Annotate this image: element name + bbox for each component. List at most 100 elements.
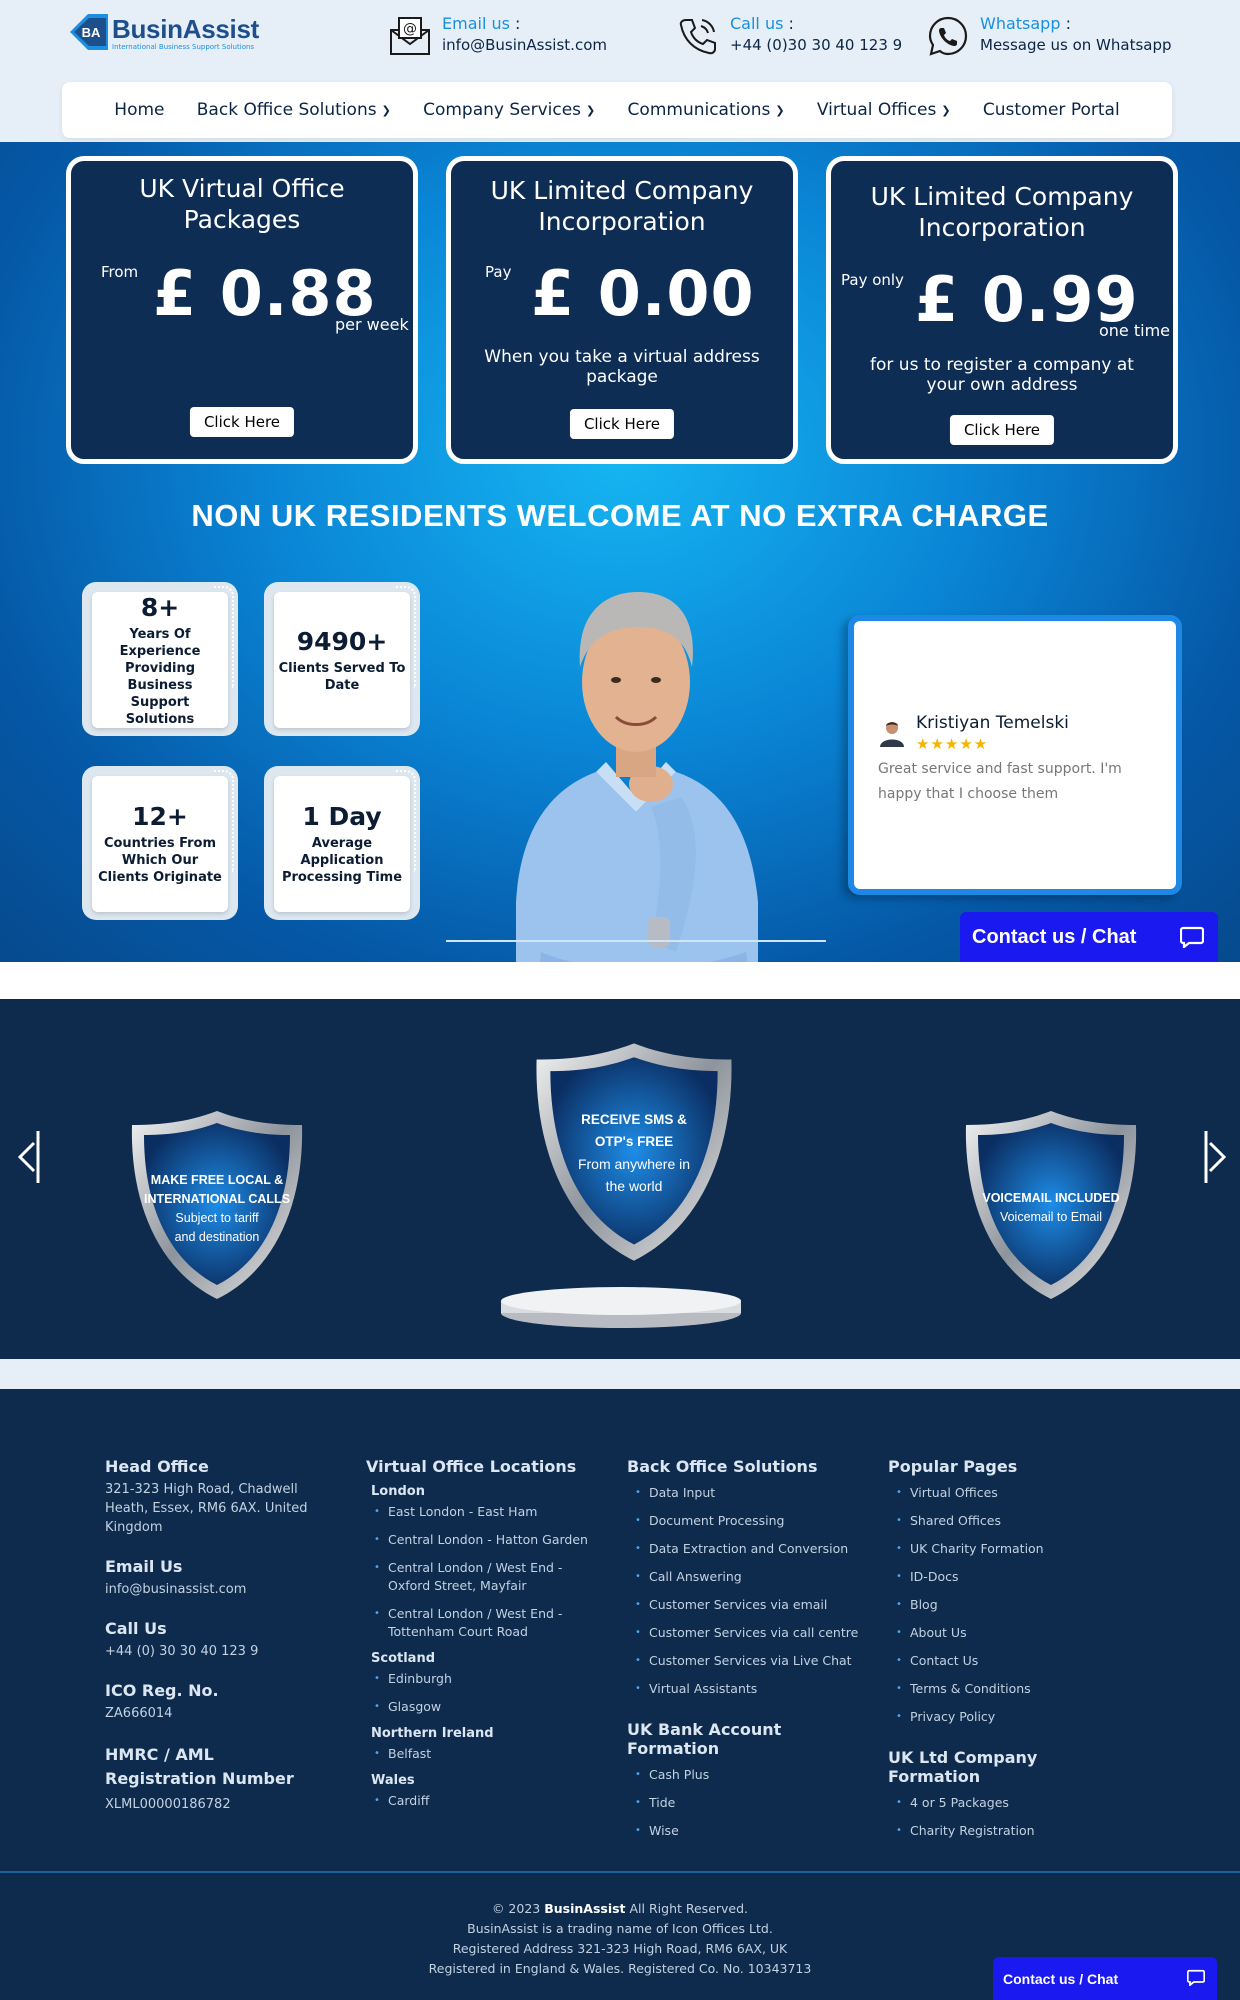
footer-email-link[interactable]: info@businassist.com <box>105 1580 320 1599</box>
location-link[interactable]: Central London / West End - Oxford Stree… <box>366 1559 596 1595</box>
review-text: Great service and fast support. I'm happ… <box>878 761 1122 802</box>
back-office-link[interactable]: Virtual Assistants <box>627 1680 867 1698</box>
back-office-link[interactable]: Customer Services via Live Chat <box>627 1652 867 1670</box>
stat-card-processing-time: 1 Day Average Application Processing Tim… <box>264 766 420 920</box>
chat-button-label: Contact us / Chat <box>1003 1970 1119 1987</box>
package-prefix: Pay only <box>841 271 904 289</box>
location-group-title: Scotland <box>371 1651 436 1666</box>
popular-page-link[interactable]: Virtual Offices <box>888 1484 1118 1502</box>
footer-phone-link[interactable]: +44 (0) 30 30 40 123 9 <box>105 1642 320 1661</box>
nav-communications[interactable]: Communications ❯ <box>628 100 785 120</box>
hmrc-number: XLML00000186782 <box>105 1797 231 1812</box>
package-card-virtual-office: UK Virtual Office Packages From £ 0.88 p… <box>66 156 418 464</box>
location-link[interactable]: Edinburgh <box>366 1670 596 1688</box>
back-office-link[interactable]: Data Extraction and Conversion <box>627 1540 867 1558</box>
section-gap <box>0 962 1240 999</box>
email-contact[interactable]: @ Email us : info@BusinAssist.com <box>388 14 607 58</box>
review-card: Kristiyan Temelski ★★★★★ Great service a… <box>848 615 1182 895</box>
footer-heading: UK Bank Account Formation <box>627 1720 782 1758</box>
non-uk-welcome-heading: NON UK RESIDENTS WELCOME AT NO EXTRA CHA… <box>191 498 1049 533</box>
back-office-link[interactable]: Data Input <box>627 1484 867 1502</box>
chevron-down-icon: ❯ <box>381 103 391 117</box>
nav-virtual-offices[interactable]: Virtual Offices ❯ <box>817 100 951 120</box>
footer-popular-column: Popular Pages Virtual Offices Shared Off… <box>888 1457 1118 1850</box>
popular-page-link[interactable]: Privacy Policy <box>888 1708 1118 1726</box>
footer-back-office-column: Back Office Solutions Data Input Documen… <box>627 1457 867 1850</box>
popular-page-link[interactable]: Shared Offices <box>888 1512 1118 1530</box>
footer-locations-column: Virtual Office Locations London East Lon… <box>366 1457 596 1820</box>
popular-page-link[interactable]: Terms & Conditions <box>888 1680 1118 1698</box>
back-office-link[interactable]: Customer Services via call centre <box>627 1624 867 1642</box>
popular-page-link[interactable]: UK Charity Formation <box>888 1540 1118 1558</box>
logo[interactable]: BA BusinAssist International Business Su… <box>66 12 259 52</box>
whatsapp-label: Whatsapp <box>980 14 1061 33</box>
location-link[interactable]: Central London - Hatton Garden <box>366 1531 596 1549</box>
bank-link[interactable]: Wise <box>627 1822 867 1840</box>
main-nav: Home Back Office Solutions ❯ Company Serv… <box>62 82 1172 138</box>
location-link[interactable]: Cardiff <box>366 1792 596 1810</box>
footer-heading: UK Ltd Company Formation <box>888 1748 1038 1786</box>
whatsapp-contact[interactable]: Whatsapp : Message us on Whatsapp <box>926 14 1172 58</box>
nav-back-office-solutions[interactable]: Back Office Solutions ❯ <box>197 100 391 120</box>
chat-bubble-icon <box>1186 1969 1206 1987</box>
email-label: Email us <box>442 14 510 33</box>
shield-pedestal <box>500 1285 742 1329</box>
stat-number: 8+ <box>140 592 180 622</box>
location-group-title: London <box>371 1484 425 1499</box>
footer-contact-chat-button[interactable]: Contact us / Chat <box>993 1957 1217 2000</box>
shield-line: RECEIVE SMS & <box>581 1112 687 1127</box>
stat-number: 1 Day <box>302 802 382 831</box>
popular-page-link[interactable]: ID-Docs <box>888 1568 1118 1586</box>
phone-icon <box>676 14 720 58</box>
logo-name: BusinAssist <box>112 13 259 44</box>
whatsapp-value[interactable]: Message us on Whatsapp <box>980 34 1172 56</box>
ico-number: ZA666014 <box>105 1706 173 1721</box>
footer-heading: Head Office <box>105 1457 209 1476</box>
click-here-button[interactable]: Click Here <box>949 415 1055 445</box>
call-value[interactable]: +44 (0)30 30 40 123 9 <box>730 34 902 56</box>
location-link[interactable]: Central London / West End - Tottenham Co… <box>366 1605 596 1641</box>
shield-line: INTERNATIONAL CALLS <box>143 1192 291 1206</box>
image-baseline-divider <box>446 940 826 942</box>
nav-company-services[interactable]: Company Services ❯ <box>423 100 595 120</box>
footer-divider <box>0 1871 1240 1873</box>
shield-free-sms: RECEIVE SMS & OTP's FREE From anywhere i… <box>532 1041 736 1263</box>
click-here-button[interactable]: Click Here <box>569 409 675 439</box>
email-value[interactable]: info@BusinAssist.com <box>442 34 607 56</box>
nav-customer-portal[interactable]: Customer Portal <box>983 100 1120 120</box>
package-unit: per week <box>335 315 409 334</box>
contact-chat-button[interactable]: Contact us / Chat <box>960 912 1218 962</box>
footer-heading: ICO Reg. No. <box>105 1681 219 1700</box>
call-contact[interactable]: Call us : +44 (0)30 30 40 123 9 <box>676 14 902 58</box>
whatsapp-icon <box>926 14 970 58</box>
package-title: UK Limited Company Incorporation <box>490 176 754 236</box>
top-header: BA BusinAssist International Business Su… <box>0 0 1240 142</box>
back-office-link[interactable]: Call Answering <box>627 1568 867 1586</box>
ltd-formation-link[interactable]: Charity Registration <box>888 1822 1118 1840</box>
popular-page-link[interactable]: Blog <box>888 1596 1118 1614</box>
ltd-formation-link[interactable]: 4 or 5 Packages <box>888 1794 1118 1812</box>
nav-home[interactable]: Home <box>114 100 164 120</box>
stat-text: Clients Served To Date <box>278 660 406 693</box>
footer-heading: Virtual Office Locations <box>366 1457 577 1476</box>
carousel-prev-arrow-icon[interactable] <box>14 1129 44 1195</box>
bank-link[interactable]: Cash Plus <box>627 1766 867 1784</box>
location-link[interactable]: Glasgow <box>366 1698 596 1716</box>
chevron-down-icon: ❯ <box>775 103 785 117</box>
package-description: for us to register a company at your own… <box>870 355 1134 395</box>
location-link[interactable]: East London - East Ham <box>366 1503 596 1521</box>
carousel-next-arrow-icon[interactable] <box>1200 1129 1230 1195</box>
location-link[interactable]: Belfast <box>366 1745 596 1763</box>
back-office-link[interactable]: Document Processing <box>627 1512 867 1530</box>
stat-card-clients: 9490+ Clients Served To Date <box>264 582 420 736</box>
popular-page-link[interactable]: About Us <box>888 1624 1118 1642</box>
bank-link[interactable]: Tide <box>627 1794 867 1812</box>
package-title: UK Virtual Office Packages <box>139 174 345 234</box>
package-prefix: From <box>101 263 139 281</box>
click-here-button[interactable]: Click Here <box>189 407 295 437</box>
package-card-incorporation-free: UK Limited Company Incorporation Pay £ 0… <box>446 156 798 464</box>
back-office-link[interactable]: Customer Services via email <box>627 1596 867 1614</box>
popular-page-link[interactable]: Contact Us <box>888 1652 1118 1670</box>
shield-voicemail: VOICEMAIL INCLUDED Voicemail to Email <box>962 1109 1140 1301</box>
call-label: Call us <box>730 14 784 33</box>
